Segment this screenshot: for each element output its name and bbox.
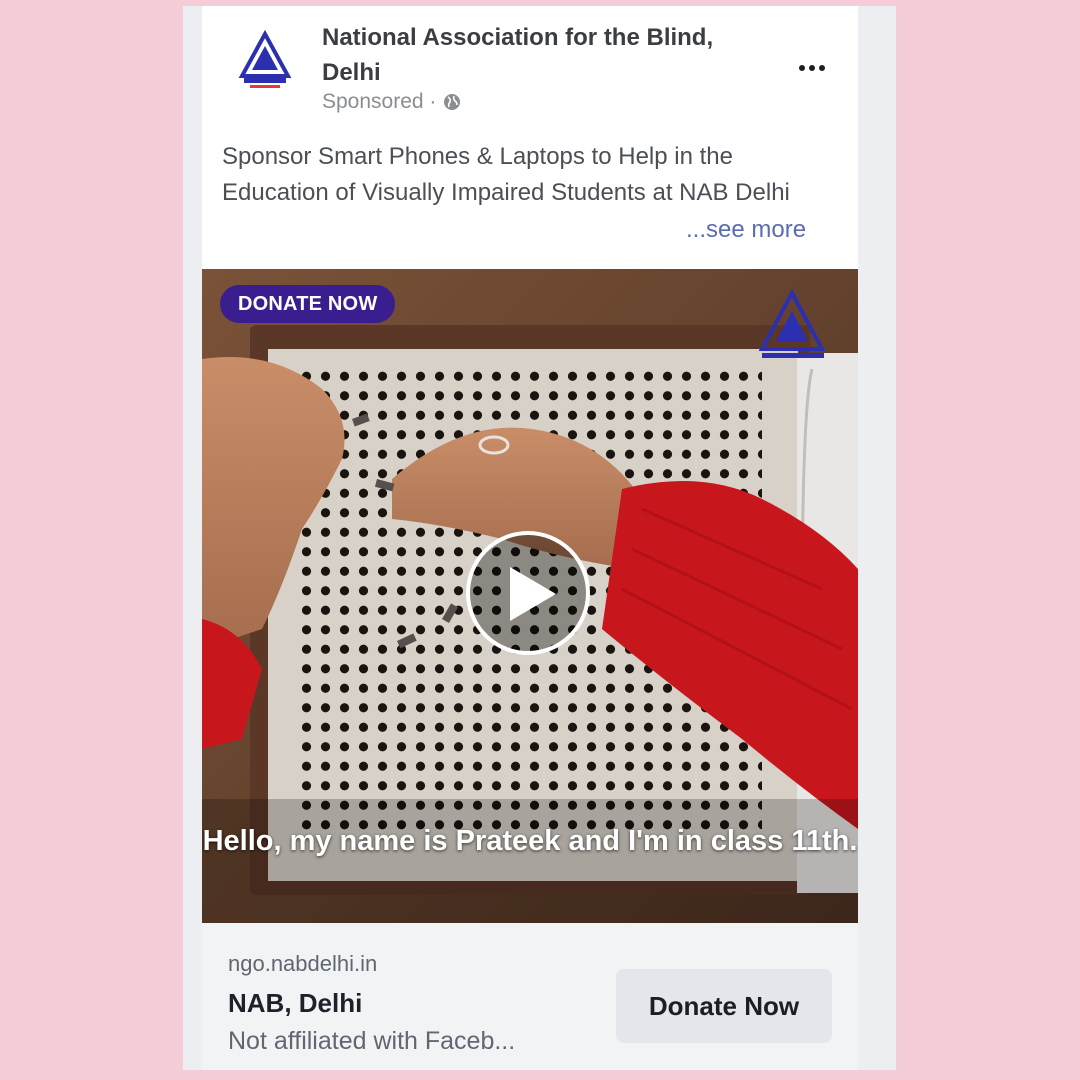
more-options-icon[interactable] [792, 48, 832, 88]
play-icon[interactable] [466, 531, 590, 655]
post-caption: Sponsor Smart Phones & Laptops to Help i… [222, 143, 790, 206]
ad-footer[interactable]: ngo.nabdelhi.in NAB, Delhi Not affiliate… [202, 923, 858, 1070]
sponsored-label: Sponsored · [322, 90, 462, 114]
video-media[interactable]: DONATE NOW Hello, my name is Prateek and… [202, 269, 858, 923]
sponsored-post-card: National Association for the Blind, Delh… [202, 6, 858, 1070]
video-subtitle: Hello, my name is Prateek and I'm in cla… [202, 825, 858, 857]
donate-now-badge: DONATE NOW [220, 285, 396, 323]
page-name-link[interactable]: National Association for the Blind, Delh… [322, 20, 722, 90]
post-header: National Association for the Blind, Delh… [202, 6, 858, 126]
see-more-link[interactable]: ...see more [686, 212, 806, 248]
link-domain: ngo.nabdelhi.in [228, 951, 378, 976]
globe-icon [444, 94, 461, 110]
advertiser-name: NAB, Delhi [228, 988, 363, 1018]
affiliation-disclaimer: Not affiliated with Faceb... [228, 1027, 516, 1055]
nab-logo[interactable] [238, 30, 292, 90]
sponsored-text: Sponsored · [322, 90, 437, 113]
donate-now-button[interactable]: Donate Now [616, 969, 832, 1043]
